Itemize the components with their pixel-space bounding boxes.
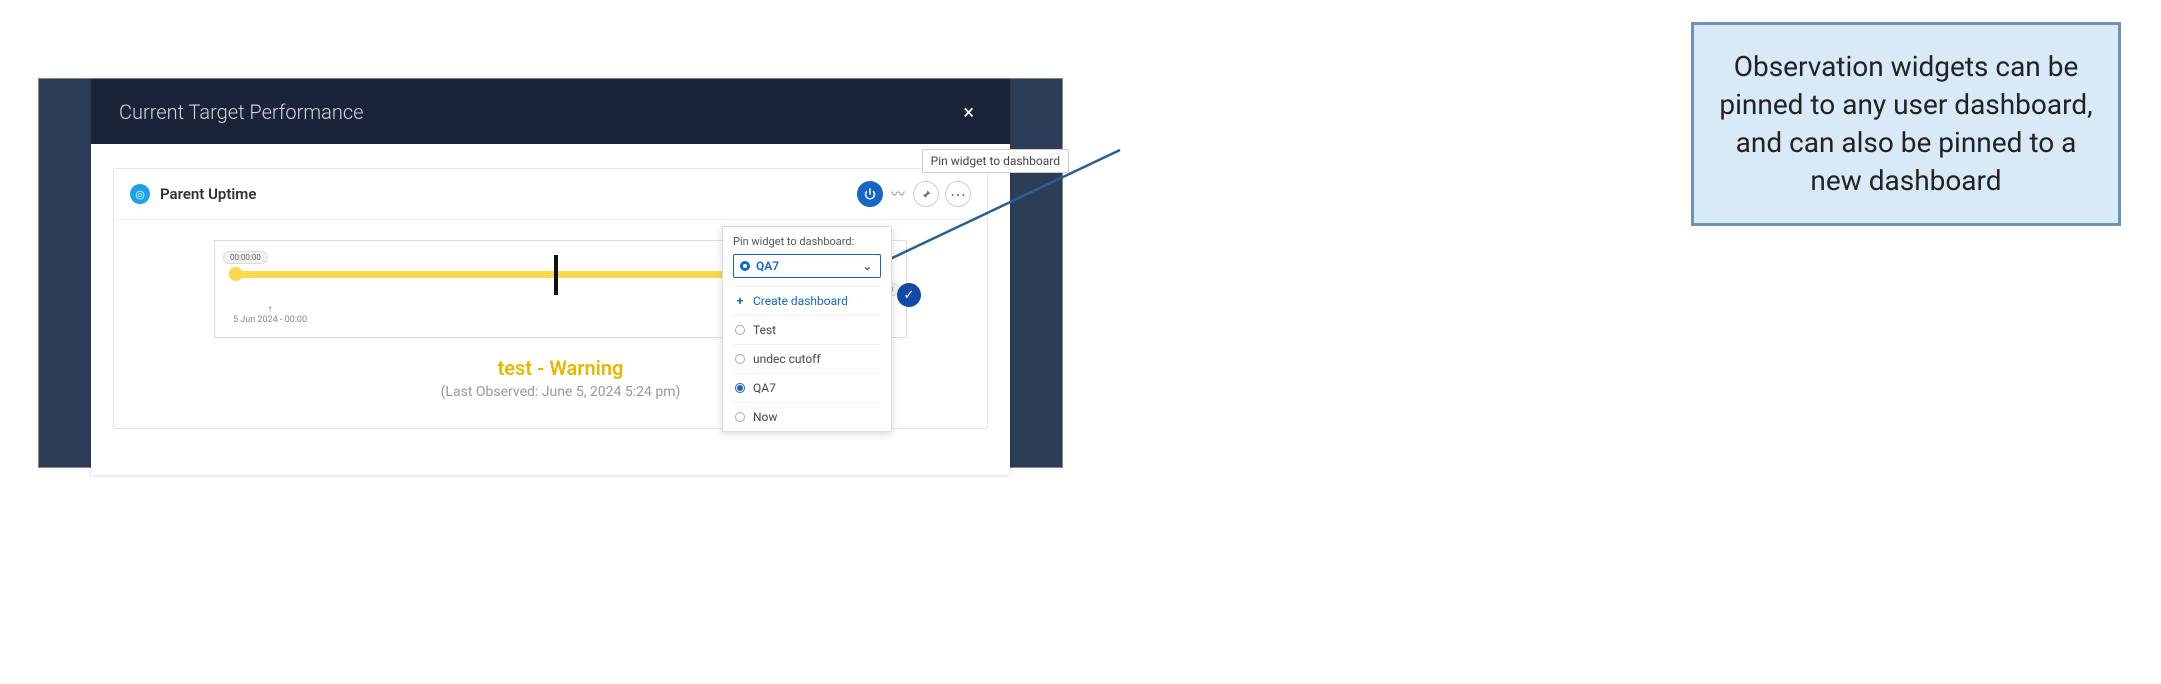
pin-option-undec[interactable]: undec cutoff: [733, 344, 881, 373]
widget-header: ◎ Parent Uptime 〰 ⋯ Pin widget to dashbo…: [114, 169, 987, 220]
pin-select[interactable]: QA7 ⌄: [733, 254, 881, 278]
plus-icon: +: [735, 294, 745, 308]
pin-panel-label: Pin widget to dashboard:: [733, 235, 881, 248]
widget-title: Parent Uptime: [160, 185, 256, 203]
axis-left-label: 5 Jun 2024 - 00:00: [233, 315, 307, 325]
radio-icon: [735, 354, 745, 364]
wave-icon: 〰: [889, 184, 907, 204]
create-dashboard-option[interactable]: + Create dashboard: [733, 287, 881, 315]
axis-tick-icon: ↑: [233, 305, 307, 315]
pin-option-label: Test: [753, 323, 776, 337]
target-icon: ◎: [130, 184, 150, 204]
radio-icon: [735, 412, 745, 422]
timeline-start-time: 00:00:00: [223, 251, 268, 264]
modal-title: Current Target Performance: [119, 100, 364, 124]
pin-tooltip: Pin widget to dashboard: [922, 149, 1069, 173]
more-button[interactable]: ⋯: [945, 181, 971, 207]
annotation-text: Observation widgets can be pinned to any…: [1718, 48, 2094, 199]
pin-option-label: undec cutoff: [753, 352, 821, 366]
radio-selected-icon: [735, 383, 745, 393]
widget-toolbar: 〰 ⋯ Pin widget to dashboard: [857, 181, 971, 207]
pin-option-label: Now: [753, 410, 777, 424]
create-dashboard-label: Create dashboard: [753, 294, 848, 308]
pin-button[interactable]: [913, 181, 939, 207]
timeline-marker[interactable]: [554, 255, 558, 295]
pin-option-test[interactable]: Test: [733, 315, 881, 344]
power-button[interactable]: [857, 181, 883, 207]
pin-option-qa7[interactable]: QA7: [733, 373, 881, 402]
pin-option-label: QA7: [753, 381, 776, 395]
modal-header: Current Target Performance ×: [91, 79, 1010, 144]
pin-selected-value: QA7: [756, 259, 779, 273]
radio-icon: [735, 325, 745, 335]
pin-option-now[interactable]: Now: [733, 402, 881, 431]
app-frame: Current Target Performance × ◎ Parent Up…: [38, 78, 1063, 468]
caret-down-icon: ⌄: [863, 260, 872, 273]
annotation-callout: Observation widgets can be pinned to any…: [1691, 22, 2121, 226]
confirm-pin-button[interactable]: ✓: [897, 283, 921, 307]
close-icon[interactable]: ×: [955, 96, 982, 128]
pin-panel: Pin widget to dashboard: QA7 ⌄ ✓ + Creat…: [722, 226, 892, 432]
pin-options-list: + Create dashboard Test undec cutoff QA7…: [733, 286, 881, 431]
radio-selected-icon: [740, 261, 750, 271]
